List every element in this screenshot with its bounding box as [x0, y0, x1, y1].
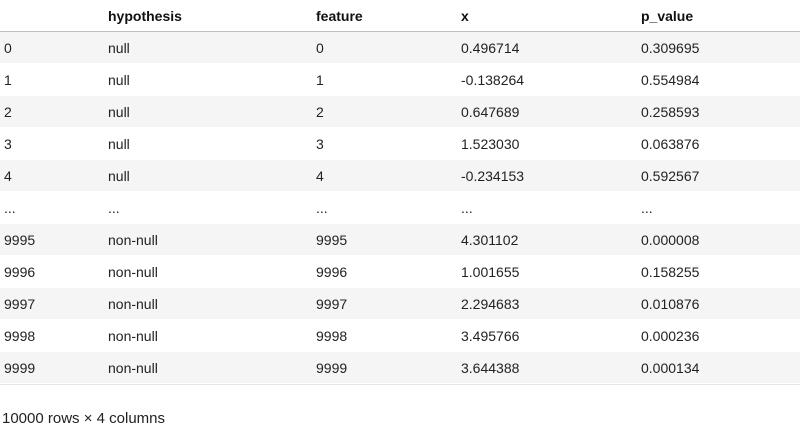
table-bottom-divider [0, 384, 800, 385]
x-cell: 3.644388 [457, 351, 637, 384]
index-cell: 9999 [0, 351, 104, 384]
feature-cell: 0 [312, 31, 457, 64]
p-value-cell: 0.554984 [637, 63, 800, 96]
table-row: 9996 non-null 9996 1.001655 0.158255 [0, 255, 800, 288]
index-cell: 1 [0, 63, 104, 96]
p-value-cell: 0.592567 [637, 159, 800, 192]
x-cell: 1.523030 [457, 127, 637, 160]
index-header [0, 0, 104, 32]
feature-cell: 1 [312, 63, 457, 96]
x-cell: 4.301102 [457, 223, 637, 256]
hypothesis-cell: null [104, 63, 312, 96]
feature-cell: 9996 [312, 255, 457, 288]
x-cell: 2.294683 [457, 287, 637, 320]
hypothesis-header: hypothesis [104, 0, 312, 32]
feature-cell: 3 [312, 127, 457, 160]
dataframe-table: hypothesis feature x p_value 0 null 0 0.… [0, 0, 800, 384]
hypothesis-cell: null [104, 159, 312, 192]
index-cell: 9995 [0, 223, 104, 256]
index-cell: 0 [0, 31, 104, 64]
ellipsis-cell: ... [457, 191, 637, 224]
x-cell: 0.496714 [457, 31, 637, 64]
table-row: 4 null 4 -0.234153 0.592567 [0, 159, 800, 192]
table-row: 3 null 3 1.523030 0.063876 [0, 127, 800, 160]
table-row: 9997 non-null 9997 2.294683 0.010876 [0, 287, 800, 320]
p-value-cell: 0.309695 [637, 31, 800, 64]
p-value-cell: 0.258593 [637, 95, 800, 128]
table-header: hypothesis feature x p_value [0, 0, 800, 32]
dataframe-output: hypothesis feature x p_value 0 null 0 0.… [0, 0, 803, 433]
hypothesis-cell: non-null [104, 223, 312, 256]
index-cell: 9996 [0, 255, 104, 288]
hypothesis-cell: non-null [104, 351, 312, 384]
x-cell: -0.234153 [457, 159, 637, 192]
feature-cell: 2 [312, 95, 457, 128]
p-value-cell: 0.158255 [637, 255, 800, 288]
index-cell: 4 [0, 159, 104, 192]
p-value-cell: 0.000236 [637, 319, 800, 352]
x-header: x [457, 0, 637, 32]
ellipsis-cell: ... [0, 191, 104, 224]
hypothesis-cell: null [104, 31, 312, 64]
dataframe-shape-caption: 10000 rows × 4 columns [2, 410, 166, 427]
feature-header: feature [312, 0, 457, 32]
table-row: 9999 non-null 9999 3.644388 0.000134 [0, 351, 800, 384]
x-cell: 0.647689 [457, 95, 637, 128]
table-row: 9998 non-null 9998 3.495766 0.000236 [0, 319, 800, 352]
index-cell: 9998 [0, 319, 104, 352]
index-cell: 2 [0, 95, 104, 128]
x-cell: 3.495766 [457, 319, 637, 352]
header-row: hypothesis feature x p_value [0, 0, 800, 32]
feature-cell: 9997 [312, 287, 457, 320]
hypothesis-cell: null [104, 95, 312, 128]
table-row: 0 null 0 0.496714 0.309695 [0, 31, 800, 64]
p-value-cell: 0.010876 [637, 287, 800, 320]
hypothesis-cell: non-null [104, 255, 312, 288]
ellipsis-cell: ... [312, 191, 457, 224]
feature-cell: 4 [312, 159, 457, 192]
table-row: 2 null 2 0.647689 0.258593 [0, 95, 800, 128]
table-row: 1 null 1 -0.138264 0.554984 [0, 63, 800, 96]
ellipsis-cell: ... [104, 191, 312, 224]
index-cell: 9997 [0, 287, 104, 320]
p-value-header: p_value [637, 0, 800, 32]
hypothesis-cell: non-null [104, 287, 312, 320]
index-cell: 3 [0, 127, 104, 160]
p-value-cell: 0.000008 [637, 223, 800, 256]
x-cell: 1.001655 [457, 255, 637, 288]
ellipsis-cell: ... [637, 191, 800, 224]
feature-cell: 9995 [312, 223, 457, 256]
feature-cell: 9998 [312, 319, 457, 352]
table-row: 9995 non-null 9995 4.301102 0.000008 [0, 223, 800, 256]
p-value-cell: 0.000134 [637, 351, 800, 384]
table-body: 0 null 0 0.496714 0.309695 1 null 1 -0.1… [0, 31, 800, 384]
feature-cell: 9999 [312, 351, 457, 384]
hypothesis-cell: non-null [104, 319, 312, 352]
x-cell: -0.138264 [457, 63, 637, 96]
ellipsis-row: ... ... ... ... ... [0, 191, 800, 224]
hypothesis-cell: null [104, 127, 312, 160]
p-value-cell: 0.063876 [637, 127, 800, 160]
